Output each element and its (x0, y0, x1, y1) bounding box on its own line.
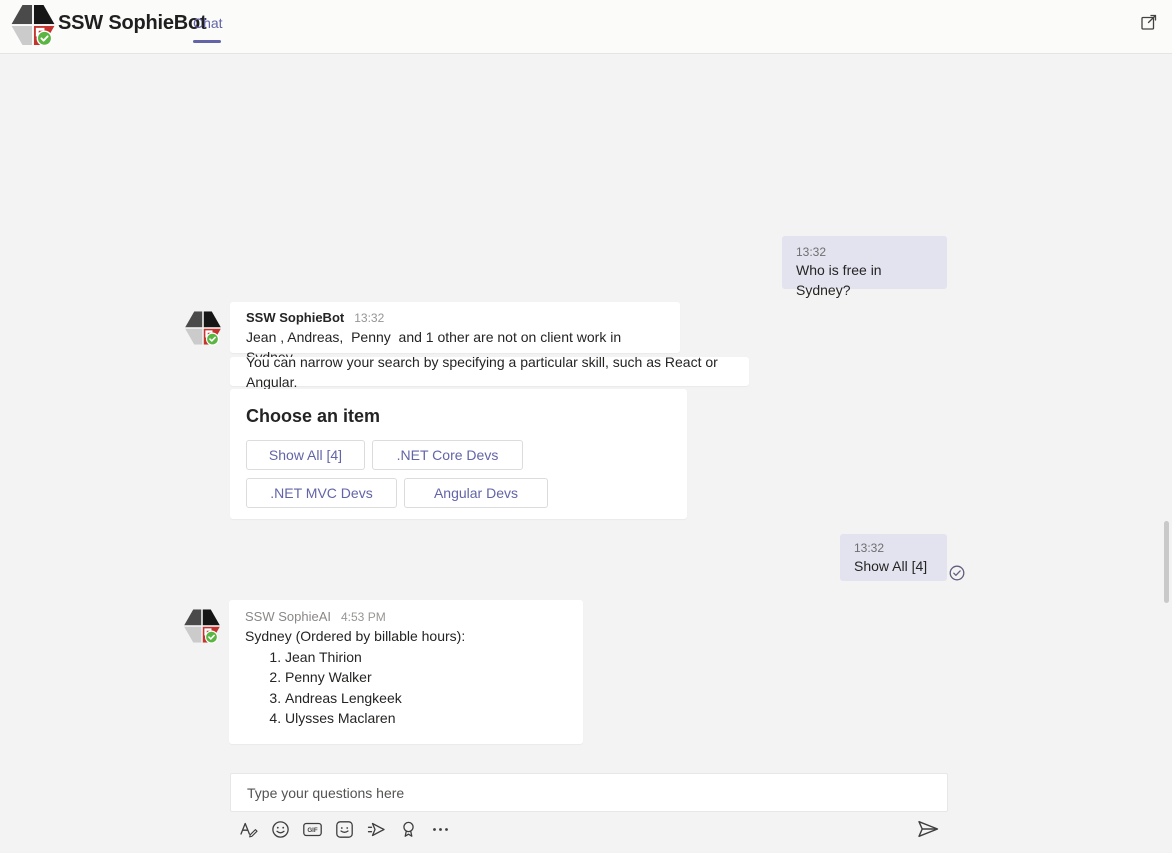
bot-avatar (184, 309, 222, 347)
bot-avatar (183, 607, 221, 645)
sender-name: SSW SophieBot (246, 309, 344, 326)
list-item: Andreas Lengkeek (285, 688, 567, 708)
user-message-show-all: 13:32 Show All [4] (840, 534, 947, 581)
message-timestamp: 4:53 PM (341, 609, 386, 626)
message-timestamp: 13:32 (854, 540, 933, 556)
message-header: SSW SophieAI 4:53 PM (245, 608, 567, 626)
list-item: Penny Walker (285, 667, 567, 687)
stream-icon[interactable] (366, 819, 387, 840)
app-title: SSW SophieBot (58, 12, 207, 35)
more-options-icon[interactable] (430, 819, 451, 840)
card-title: Choose an item (246, 404, 671, 428)
message-timestamp: 13:32 (796, 244, 933, 260)
list-item: Jean Thirion (285, 647, 567, 667)
format-icon[interactable] (238, 819, 259, 840)
user-message-who-is-free: 13:32 Who is free in Sydney? (782, 236, 947, 289)
message-text: Who is free in Sydney? (796, 260, 933, 300)
bot-message-billable-hours: SSW SophieAI 4:53 PM Sydney (Ordered by … (229, 600, 583, 744)
tab-chat[interactable]: Chat (193, 15, 223, 31)
show-all-button[interactable]: Show All [4] (246, 440, 365, 470)
app-header: SSW SophieBot Chat (0, 0, 1172, 54)
gif-label: GIF (307, 827, 318, 834)
praise-icon[interactable] (398, 819, 419, 840)
net-mvc-devs-button[interactable]: .NET MVC Devs (246, 478, 397, 508)
message-text: Show All [4] (854, 556, 933, 576)
ssw-sophiebot-logo-icon (10, 4, 56, 46)
tab-active-indicator (193, 40, 221, 43)
message-text: You can narrow your search by specifying… (246, 352, 733, 392)
send-icon[interactable] (916, 819, 940, 839)
open-in-new-window-icon[interactable] (1140, 13, 1158, 31)
sticker-icon[interactable] (334, 819, 355, 840)
message-timestamp: 13:32 (354, 310, 384, 327)
sent-check-icon (948, 564, 966, 582)
message-text: Sydney (Ordered by billable hours): (245, 626, 567, 646)
bot-message-availability: SSW SophieBot 13:32 Jean , Andreas, Penn… (230, 302, 680, 353)
message-header: SSW SophieBot 13:32 (246, 309, 664, 327)
angular-devs-button[interactable]: Angular Devs (404, 478, 548, 508)
card-button-group: Show All [4] .NET Core Devs .NET MVC Dev… (246, 440, 671, 516)
emoji-icon[interactable] (270, 819, 291, 840)
net-core-devs-button[interactable]: .NET Core Devs (372, 440, 523, 470)
bot-message-narrow-search-tip: You can narrow your search by specifying… (230, 357, 749, 386)
compose-toolbar: GIF (238, 819, 451, 840)
gif-icon[interactable]: GIF (302, 819, 323, 840)
list-item: Ulysses Maclaren (285, 708, 567, 728)
choose-an-item-card: Choose an item Show All [4] .NET Core De… (230, 389, 687, 519)
sender-name: SSW SophieAI (245, 608, 331, 625)
chat-scrollbar[interactable] (1164, 521, 1169, 603)
people-list: Jean Thirion Penny Walker Andreas Lengke… (245, 647, 567, 729)
message-input[interactable] (230, 773, 948, 812)
